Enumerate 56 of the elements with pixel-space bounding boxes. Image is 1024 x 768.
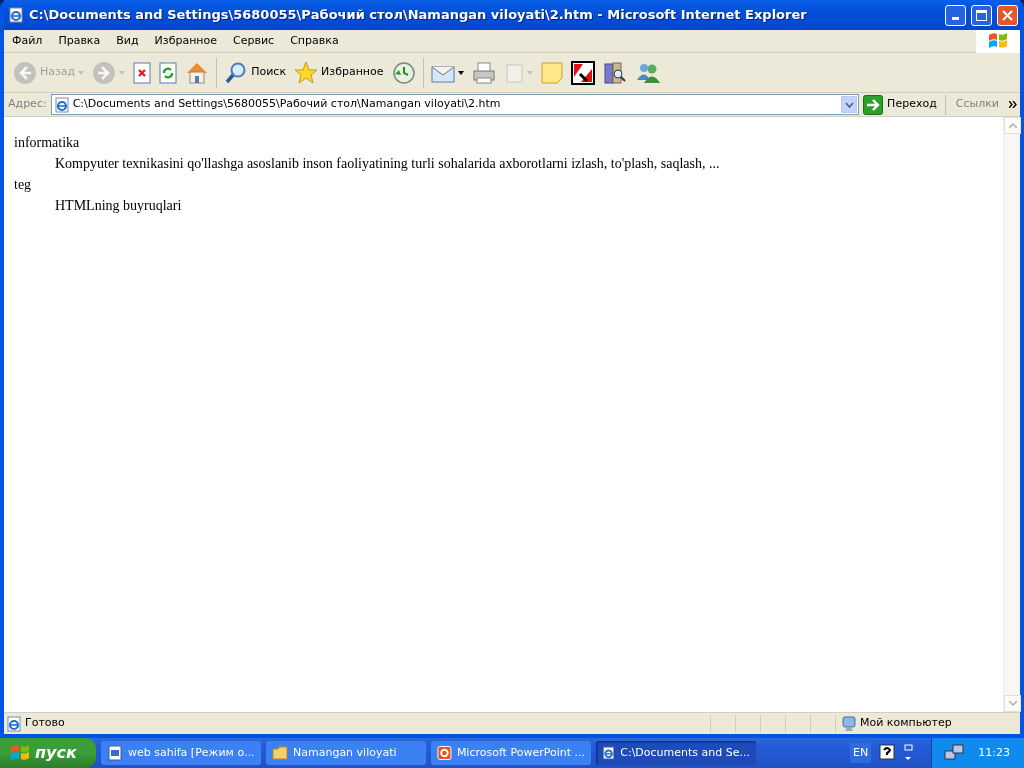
- computer-icon: [842, 715, 856, 732]
- menu-item[interactable]: Правка: [50, 30, 109, 52]
- maximize-icon: [976, 9, 987, 21]
- scroll-down-icon: [1008, 701, 1017, 706]
- status-text: Готово: [25, 715, 65, 732]
- house-icon: [185, 60, 210, 85]
- browser-page-icon: [602, 745, 616, 761]
- taskbar-button[interactable]: Namangan viloyati: [266, 741, 426, 765]
- vertical-scrollbar[interactable]: [1003, 117, 1020, 712]
- minimize-button[interactable]: [945, 4, 966, 26]
- star-icon: [294, 60, 319, 85]
- help-icon: [879, 744, 896, 762]
- windows-logo-icon: [10, 744, 30, 762]
- network-icon: [944, 744, 965, 762]
- folder-icon: [272, 745, 288, 761]
- k-shield-icon: [570, 60, 595, 85]
- go-button[interactable]: Переход: [863, 94, 946, 115]
- address-field[interactable]: C:\Documents and Settings\5680055\Рабочий стол\Namangan viloyati\2.htm: [50, 94, 860, 115]
- search-button[interactable]: Поиск: [221, 58, 290, 87]
- restore-toggle-icon: [903, 744, 914, 762]
- menu-item[interactable]: Вид: [108, 30, 147, 52]
- favorites-button[interactable]: Избранное: [291, 58, 387, 87]
- term: informatika: [14, 134, 81, 152]
- definition: Kompyuter texnikasini qo'llashga asoslanib inson faoliyatining turli sohalarida axborotlarni izlash, to'plash, saqlash, ...: [55, 155, 721, 173]
- windows-logo-icon: [987, 31, 1009, 51]
- menu-item[interactable]: Избранное: [146, 30, 226, 52]
- window-title: C:\Documents and Settings\5680055\Рабочий стол\Namangan viloyati\2.htm - Microsoft Internet Explorer: [29, 6, 808, 25]
- scroll-up-icon: [1008, 123, 1017, 128]
- taskbar-button[interactable]: C:\Documents and Se...: [596, 741, 756, 765]
- minimize-icon: [952, 16, 959, 20]
- taskbar-button[interactable]: Microsoft PowerPoint ...: [431, 741, 591, 765]
- slides-app-icon: [437, 745, 452, 761]
- book-magnifier-icon: [602, 60, 627, 85]
- chevron-more-icon: [1009, 101, 1018, 108]
- history-clock-icon: [391, 60, 416, 85]
- language-indicator[interactable]: EN: [850, 742, 872, 764]
- dropdown-chevron-icon: [844, 101, 854, 108]
- browser-page-icon: [53, 96, 70, 113]
- sticky-note-icon: [540, 61, 563, 84]
- printer-icon: [471, 60, 496, 85]
- menu-item[interactable]: Справка: [282, 30, 347, 52]
- menu-item[interactable]: Сервис: [225, 30, 283, 52]
- menu-item[interactable]: Файл: [4, 30, 51, 52]
- address-label: Адрес:: [8, 96, 47, 113]
- browser-page-icon: [8, 7, 24, 23]
- stop-page-icon: [133, 61, 152, 84]
- refresh-page-icon: [159, 61, 178, 84]
- close-icon: [1002, 9, 1013, 21]
- zone-text: Мой компьютер: [860, 715, 952, 732]
- maximize-button[interactable]: [971, 4, 992, 26]
- term: teg: [14, 176, 33, 194]
- close-button[interactable]: [997, 4, 1018, 26]
- browser-page-icon: [6, 715, 22, 732]
- clock-time: 11:23: [978, 744, 1010, 761]
- taskbar-button[interactable]: web sahifa [Режим о...: [101, 741, 261, 765]
- definition: HTMLning buyruqlari: [55, 197, 183, 215]
